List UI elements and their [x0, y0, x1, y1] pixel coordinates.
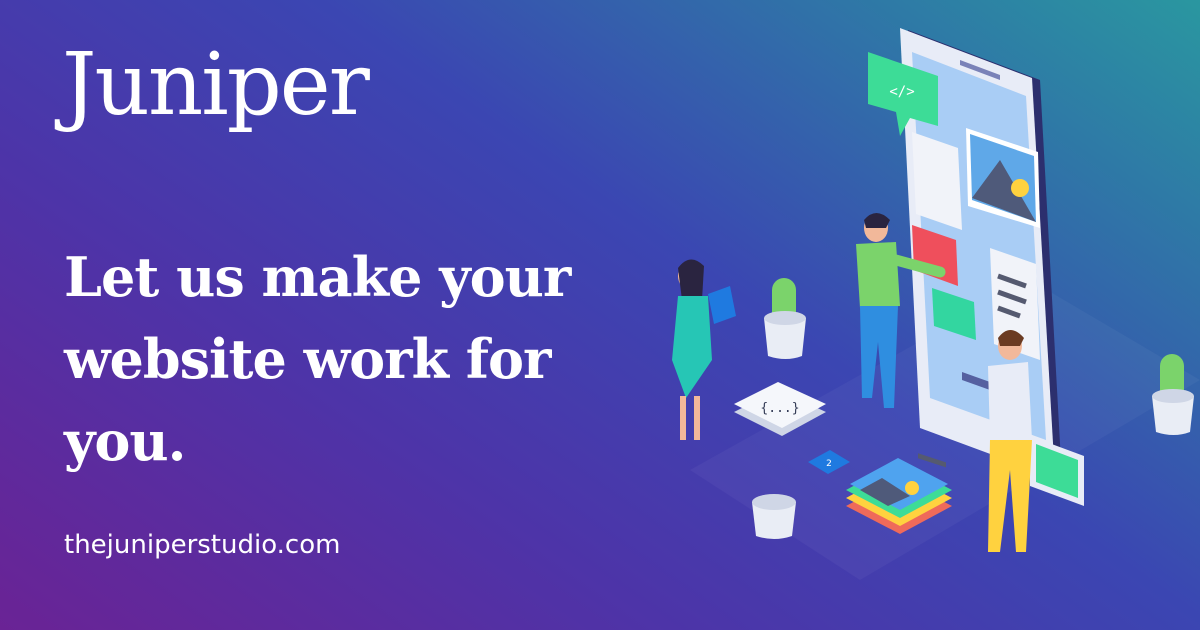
website-url: thejuniperstudio.com [64, 530, 341, 560]
headline: Let us make your website work for you. [64, 245, 571, 473]
svg-text:2: 2 [826, 459, 832, 469]
svg-text:{...}: {...} [760, 401, 799, 416]
svg-text:</>: </> [889, 84, 914, 100]
brand-logo: Juniper [62, 35, 370, 135]
hero-illustration: </> {...} 2 [672, 28, 1200, 580]
person-woman-icon [672, 259, 736, 440]
hero-banner: Juniper Let us make your website work fo… [0, 0, 1200, 630]
cup-icon [752, 494, 796, 539]
cactus-pot-icon [764, 278, 806, 359]
